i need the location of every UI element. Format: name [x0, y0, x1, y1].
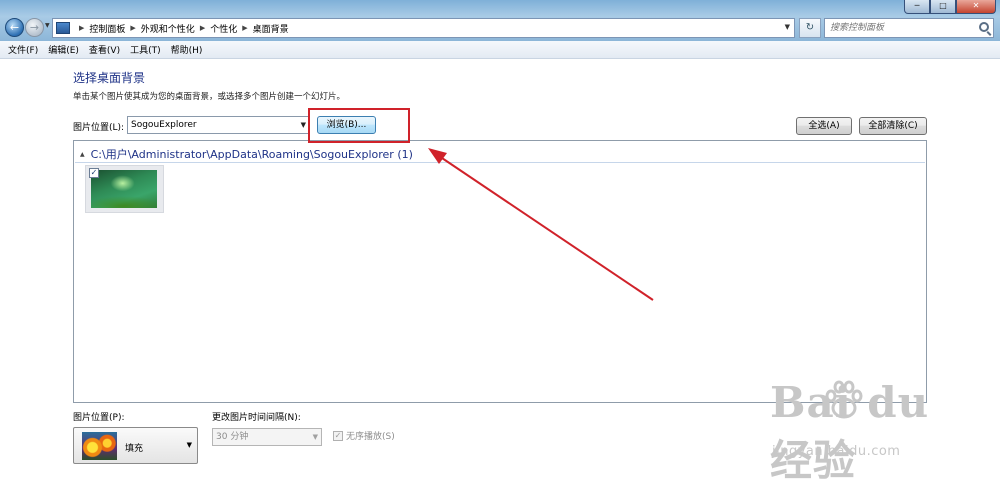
breadcrumb-control-panel[interactable]: 控制面板 — [89, 22, 125, 35]
picture-position-dropdown[interactable]: 填充 ▼ — [73, 427, 198, 464]
wallpaper-thumbnail[interactable]: ✓ — [85, 165, 164, 213]
annotation-highlight-box — [308, 108, 410, 143]
refresh-button[interactable]: ↻ — [799, 18, 821, 38]
chevron-down-icon: ▼ — [300, 121, 306, 129]
search-box[interactable] — [824, 18, 994, 38]
picture-position-value: 填充 — [125, 444, 144, 454]
breadcrumb-chevron-icon[interactable]: ▶ — [79, 24, 84, 32]
menu-view[interactable]: 查看(V) — [85, 43, 126, 56]
interval-value: 30 分钟 — [216, 432, 249, 442]
page-description: 单击某个图片使其成为您的桌面背景，或选择多个图片创建一个幻灯片。 — [73, 92, 346, 102]
refresh-icon: ↻ — [805, 22, 815, 33]
interval-select[interactable]: 30 分钟 ▼ — [212, 428, 322, 446]
minimize-button[interactable]: ─ — [904, 0, 930, 14]
menu-tools[interactable]: 工具(T) — [126, 43, 167, 56]
shuffle-label: 无序播放(S) — [346, 432, 395, 442]
collapse-triangle-icon[interactable]: ▲ — [80, 151, 85, 158]
chevron-down-icon: ▼ — [312, 433, 318, 441]
picture-gallery[interactable]: ▲ C:\用户\Administrator\AppData\Roaming\So… — [73, 140, 927, 403]
window-controls: ─ □ ✕ — [904, 0, 996, 14]
control-panel-icon — [56, 22, 70, 34]
paw-icon — [825, 380, 863, 419]
address-bar[interactable]: ▶ 控制面板 ▶ 外观和个性化 ▶ 个性化 ▶ 桌面背景 ▼ — [52, 18, 795, 38]
recent-pages-chevron-icon[interactable]: ▼ — [45, 22, 50, 29]
menu-edit[interactable]: 编辑(E) — [44, 43, 85, 56]
search-icon[interactable] — [979, 22, 989, 32]
maximize-button[interactable]: □ — [930, 0, 956, 14]
clear-all-button[interactable]: 全部清除(C) — [859, 117, 927, 135]
breadcrumb-chevron-icon[interactable]: ▶ — [130, 24, 135, 32]
interval-label: 更改图片时间间隔(N): — [212, 413, 301, 423]
breadcrumb-appearance[interactable]: 外观和个性化 — [141, 22, 195, 35]
menu-help[interactable]: 帮助(H) — [167, 43, 209, 56]
chevron-down-icon: ▼ — [186, 441, 192, 449]
baidu-jingyan-watermark: Bai du 经验 jingyan.baidu.com — [770, 378, 960, 485]
thumbnail-checkbox[interactable]: ✓ — [89, 168, 99, 178]
forward-arrow-icon[interactable]: → — [25, 18, 44, 37]
picture-location-label: 图片位置(L): — [73, 123, 125, 133]
shuffle-option[interactable]: ✓ 无序播放(S) — [333, 429, 395, 442]
breadcrumb-desktop-background[interactable]: 桌面背景 — [253, 22, 289, 35]
close-button[interactable]: ✕ — [956, 0, 996, 14]
search-input[interactable] — [825, 19, 975, 37]
breadcrumb-chevron-icon[interactable]: ▶ — [242, 24, 247, 32]
page-title: 选择桌面背景 — [73, 71, 146, 85]
breadcrumb-chevron-icon[interactable]: ▶ — [200, 24, 205, 32]
select-all-button[interactable]: 全选(A) — [796, 117, 852, 135]
menu-bar: 文件(F) 编辑(E) 查看(V) 工具(T) 帮助(H) — [0, 41, 1000, 59]
gallery-group-header[interactable]: ▲ C:\用户\Administrator\AppData\Roaming\So… — [75, 146, 925, 163]
position-preview-image — [82, 432, 117, 460]
picture-location-select[interactable]: SogouExplorer ▼ — [127, 116, 310, 134]
breadcrumb-personalization[interactable]: 个性化 — [210, 22, 237, 35]
title-bar: ─ □ ✕ ← → ▼ ▶ 控制面板 ▶ 外观和个性化 ▶ 个性化 ▶ 桌面背景… — [0, 0, 1000, 41]
address-dropdown-icon[interactable]: ▼ — [785, 23, 790, 31]
watermark-url: jingyan.baidu.com — [772, 444, 901, 459]
wallpaper-image — [91, 170, 157, 208]
back-arrow-icon[interactable]: ← — [5, 18, 24, 37]
menu-file[interactable]: 文件(F) — [4, 43, 44, 56]
gallery-group-path: C:\用户\Administrator\AppData\Roaming\Sogo… — [90, 148, 413, 161]
picture-location-value: SogouExplorer — [131, 120, 197, 130]
picture-position-label: 图片位置(P): — [73, 413, 125, 423]
shuffle-checkbox[interactable]: ✓ — [333, 430, 343, 441]
